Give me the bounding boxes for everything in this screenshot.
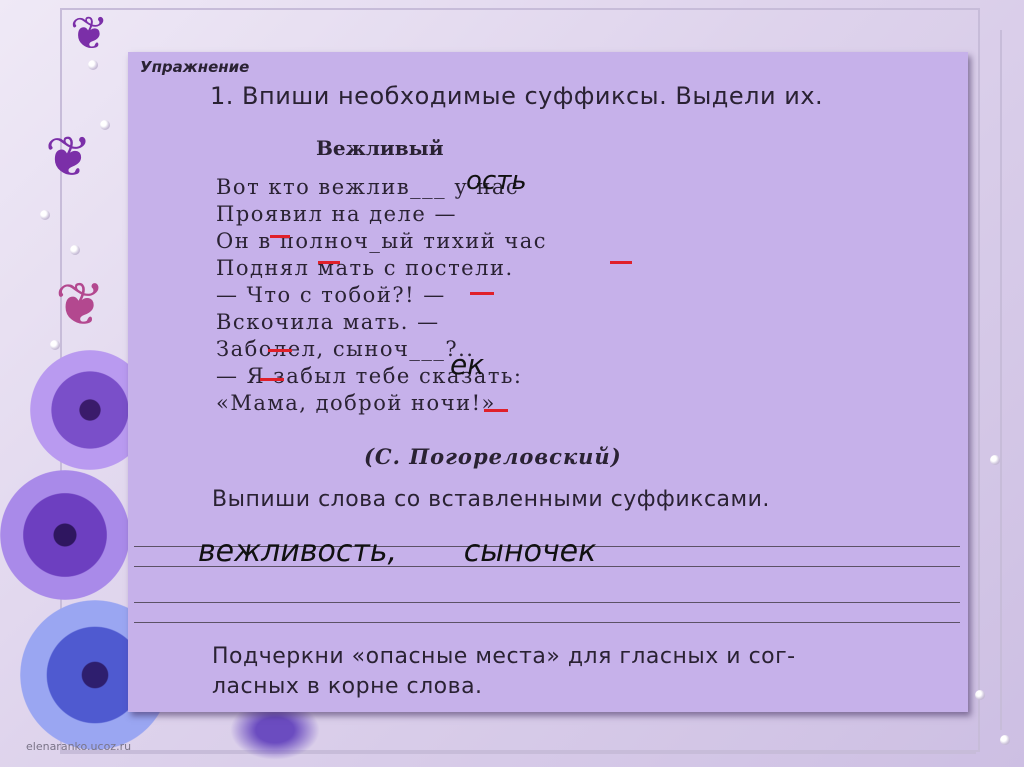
poem-line: Вскочила мать. — <box>216 310 440 334</box>
handwritten-suffix: ек <box>450 348 485 381</box>
writing-line <box>134 602 960 603</box>
poem-line: — Я забыл тебе сказать: <box>216 364 523 388</box>
exercise-label: Упражнение <box>140 58 250 76</box>
poem-line: Проявил на деле — <box>216 202 457 226</box>
slide-frame-right <box>1000 30 1002 730</box>
pearl-decoration <box>990 455 1000 465</box>
task-2: Выпиши слова со вставленными суффиксами. <box>212 487 770 512</box>
pearl-decoration <box>50 340 60 350</box>
butterfly-icon: ❦ <box>70 6 109 60</box>
handwritten-suffix: ость <box>466 166 527 196</box>
underline-mark <box>470 292 494 295</box>
pearl-decoration <box>1000 735 1010 745</box>
poem-line: Заболел, сыноч___?.. <box>216 337 475 361</box>
poem-line: «Мама, доброй ночи!» <box>216 391 496 415</box>
flower-decoration <box>0 470 130 600</box>
poem-author: (С. Погореловский) <box>364 444 622 469</box>
task-1: 1. Впиши необходимые суффиксы. Выдели их… <box>210 82 823 110</box>
task-3-line: Подчеркни «опасные места» для гласных и … <box>212 644 796 669</box>
underline-mark <box>260 378 284 381</box>
butterfly-icon: ❦ <box>55 270 106 340</box>
handwritten-answer: вежливость, сыночек <box>198 534 597 569</box>
underline-mark <box>318 261 340 264</box>
poem-line: Он в полноч_ый тихий час <box>216 229 548 253</box>
task-number: 1. <box>210 82 234 110</box>
poem-title: Вежливый <box>316 136 444 160</box>
pearl-decoration <box>40 210 50 220</box>
poem-line: — Что с тобой?! — <box>216 283 446 307</box>
poem-line: Поднял мать с постели. <box>216 256 514 280</box>
task-3-line: ласных в корне слова. <box>212 674 483 699</box>
underline-mark <box>610 261 632 264</box>
writing-line <box>134 622 960 623</box>
underline-mark <box>268 349 292 352</box>
worksheet-panel: Упражнение 1. Впиши необходимые суффиксы… <box>128 52 968 712</box>
underline-mark <box>270 235 290 238</box>
slide-frame-bottom <box>60 752 976 754</box>
pearl-decoration <box>70 245 80 255</box>
task-3: Подчеркни «опасные места» для гласных и … <box>212 642 796 702</box>
pearl-decoration <box>975 690 985 700</box>
task-text: Впиши необходимые суффиксы. Выдели их. <box>242 82 824 110</box>
butterfly-icon: ❦ <box>45 125 92 190</box>
pearl-decoration <box>88 60 98 70</box>
watermark: elenaranko.ucoz.ru <box>26 740 132 753</box>
pearl-decoration <box>100 120 110 130</box>
underline-mark <box>484 409 508 412</box>
